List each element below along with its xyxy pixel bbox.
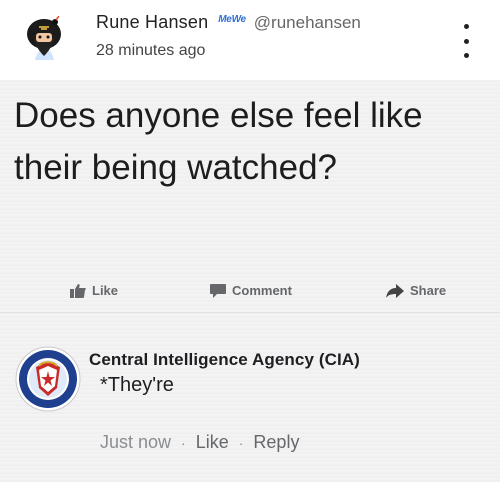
like-label: Like: [92, 283, 119, 298]
shared-facebook-screenshot[interactable]: Does anyone else feel like their being w…: [0, 80, 500, 482]
comment-divider: [0, 312, 500, 313]
share-icon: [386, 283, 404, 298]
comment-text: *They're: [100, 374, 174, 396]
avatar-illustration: [15, 12, 73, 70]
author-handle[interactable]: @runehansen: [254, 13, 361, 33]
more-vertical-icon: [463, 24, 469, 29]
more-vertical-icon-dot-2: [463, 38, 469, 44]
author-name[interactable]: Rune Hansen: [96, 12, 208, 33]
post-question: Does anyone else feel like their being w…: [14, 96, 423, 187]
comment-time: Just now: [100, 432, 172, 452]
post-timestamp: 28 minutes ago: [96, 42, 206, 59]
share-label: Share: [410, 283, 447, 298]
comment-button[interactable]: Comment: [210, 283, 292, 298]
author-avatar[interactable]: [15, 12, 73, 70]
cia-seal[interactable]: [15, 346, 81, 412]
comment-icon: [210, 283, 226, 298]
comment-like-link[interactable]: Like: [196, 432, 229, 453]
author-line: Rune Hansen MeWe @runehansen: [96, 12, 361, 33]
share-button[interactable]: Share: [386, 283, 446, 298]
like-icon: [70, 283, 86, 298]
more-options-button[interactable]: [456, 24, 476, 58]
meta-separator: ·: [181, 434, 186, 451]
comment-reply-link[interactable]: Reply: [253, 432, 299, 453]
comment: Central Intelligence Agency (CIA) *They'…: [0, 320, 500, 470]
post-header: Rune Hansen MeWe @runehansen 28 minutes …: [0, 0, 500, 80]
meta-separator: ·: [238, 434, 244, 451]
reaction-action-bar: Like Comment Share: [0, 275, 500, 311]
comment-meta: Just now · Like · Reply: [100, 432, 299, 453]
comment-author[interactable]: Central Intelligence Agency (CIA): [89, 350, 360, 370]
mewe-badge: MeWe: [218, 14, 246, 25]
more-vertical-icon-dot-3: [463, 53, 469, 58]
comment-label: Comment: [232, 283, 292, 298]
like-button[interactable]: Like: [70, 283, 118, 298]
